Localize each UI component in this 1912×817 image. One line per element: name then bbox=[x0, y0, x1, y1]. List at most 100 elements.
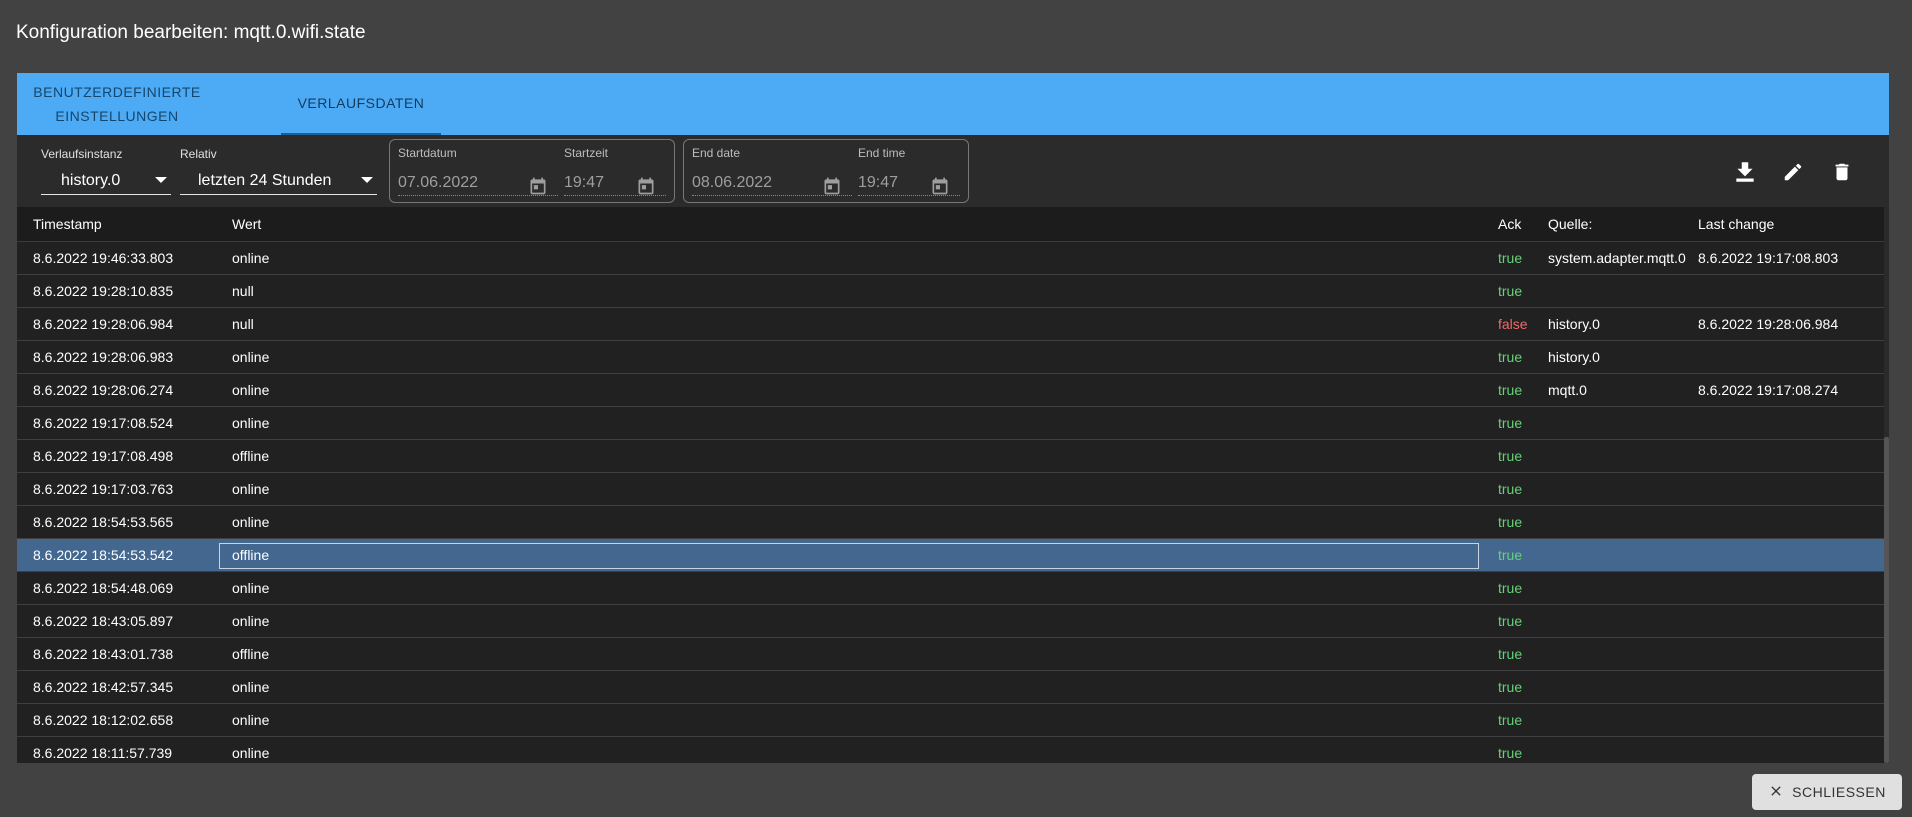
end-time-field[interactable]: End time 19:47 bbox=[858, 146, 960, 196]
header-source[interactable]: Quelle: bbox=[1548, 216, 1698, 232]
instance-select-value-box[interactable]: history.0 bbox=[41, 167, 171, 195]
cell-value[interactable]: online bbox=[216, 473, 1498, 505]
cell-timestamp: 8.6.2022 19:28:06.984 bbox=[17, 316, 216, 332]
cell-ack-text: true bbox=[1498, 415, 1523, 431]
cell-timestamp: 8.6.2022 18:42:57.345 bbox=[17, 679, 216, 695]
cell-value[interactable]: online bbox=[216, 242, 1498, 274]
table-row[interactable]: 8.6.2022 18:43:01.738 offline true bbox=[17, 638, 1889, 671]
table-row[interactable]: 8.6.2022 19:46:33.803 online true system.ad… bbox=[17, 242, 1889, 275]
cell-timestamp: 8.6.2022 19:17:08.524 bbox=[17, 415, 216, 431]
cell-ack-text: true bbox=[1498, 448, 1523, 464]
close-button[interactable]: SCHLIESSEN bbox=[1752, 774, 1902, 810]
cell-value-text: online bbox=[232, 382, 270, 398]
cell-value[interactable]: online bbox=[216, 341, 1498, 373]
end-date-field[interactable]: End date 08.06.2022 bbox=[692, 146, 852, 196]
cell-ack: true bbox=[1498, 712, 1548, 728]
close-button-label: SCHLIESSEN bbox=[1792, 784, 1886, 800]
table-row[interactable]: 8.6.2022 18:11:57.739 online true bbox=[17, 737, 1889, 763]
cell-timestamp-text: 8.6.2022 19:17:08.524 bbox=[33, 415, 174, 431]
start-time-input[interactable]: 19:47 bbox=[564, 170, 666, 196]
start-date-field[interactable]: Startdatum 07.06.2022 bbox=[398, 146, 558, 196]
cell-value[interactable]: offline bbox=[216, 638, 1498, 670]
cell-value[interactable]: online bbox=[216, 737, 1498, 763]
table-row[interactable]: 8.6.2022 18:54:53.565 online true bbox=[17, 506, 1889, 539]
start-date-input[interactable]: 07.06.2022 bbox=[398, 170, 558, 196]
cell-value[interactable]: online bbox=[216, 605, 1498, 637]
calendar-icon[interactable] bbox=[930, 176, 950, 201]
cell-ack: true bbox=[1498, 613, 1548, 629]
edit-icon[interactable] bbox=[1780, 159, 1806, 185]
table-row[interactable]: 8.6.2022 18:54:53.542 offline true bbox=[17, 539, 1889, 572]
start-time-label: Startzeit bbox=[564, 146, 609, 160]
header-ack[interactable]: Ack bbox=[1498, 216, 1548, 232]
dialog-title: Konfiguration bearbeiten: mqtt.0.wifi.st… bbox=[16, 22, 366, 43]
cell-timestamp: 8.6.2022 19:28:10.835 bbox=[17, 283, 216, 299]
cell-ack-text: true bbox=[1498, 679, 1523, 695]
instance-select[interactable]: Verlaufsinstanz history.0 bbox=[41, 147, 171, 195]
relative-select-value-box[interactable]: letzten 24 Stunden bbox=[180, 167, 377, 195]
cell-last-change-text: 8.6.2022 19:28:06.984 bbox=[1698, 316, 1839, 332]
cell-timestamp-text: 8.6.2022 18:54:53.565 bbox=[33, 514, 174, 530]
scrollbar-thumb[interactable] bbox=[1884, 437, 1889, 763]
cell-value[interactable]: online bbox=[216, 407, 1498, 439]
table-row[interactable]: 8.6.2022 19:28:06.274 online true mqtt.0 8.6… bbox=[17, 374, 1889, 407]
table-row[interactable]: 8.6.2022 19:17:03.763 online true bbox=[17, 473, 1889, 506]
table-row[interactable]: 8.6.2022 18:42:57.345 online true bbox=[17, 671, 1889, 704]
cell-value-text: online bbox=[232, 679, 270, 695]
cell-value[interactable]: online bbox=[216, 572, 1498, 604]
table-row[interactable]: 8.6.2022 19:28:10.835 null true bbox=[17, 275, 1889, 308]
start-time-value: 19:47 bbox=[564, 173, 605, 191]
cell-value[interactable]: null bbox=[216, 275, 1498, 307]
table-row[interactable]: 8.6.2022 19:17:08.524 online true bbox=[17, 407, 1889, 440]
cell-ack: true bbox=[1498, 547, 1548, 563]
cell-last-change: 8.6.2022 19:17:08.274 bbox=[1698, 382, 1888, 398]
end-time-input[interactable]: 19:47 bbox=[858, 170, 960, 196]
calendar-icon[interactable] bbox=[822, 176, 842, 201]
cell-value[interactable]: offline bbox=[216, 440, 1498, 472]
table-row[interactable]: 8.6.2022 18:43:05.897 online true bbox=[17, 605, 1889, 638]
cell-ack-text: true bbox=[1498, 745, 1523, 761]
cell-last-change: 8.6.2022 19:28:06.984 bbox=[1698, 316, 1888, 332]
table-row[interactable]: 8.6.2022 18:54:48.069 online true bbox=[17, 572, 1889, 605]
table-row[interactable]: 8.6.2022 18:12:02.658 online true bbox=[17, 704, 1889, 737]
relative-select[interactable]: Relativ letzten 24 Stunden bbox=[180, 147, 377, 195]
value-edit-field[interactable] bbox=[219, 543, 1479, 569]
table-row[interactable]: 8.6.2022 19:17:08.498 offline true bbox=[17, 440, 1889, 473]
tab-custom-settings[interactable]: BENUTZERDEFINIERTE EINSTELLUNGEN bbox=[17, 73, 217, 135]
cell-value[interactable]: online bbox=[216, 671, 1498, 703]
end-range-group: End date 08.06.2022 End time 19:47 bbox=[683, 139, 969, 203]
calendar-icon[interactable] bbox=[528, 176, 548, 201]
cell-ack-text: true bbox=[1498, 646, 1523, 662]
tab-custom-settings-label-1: BENUTZERDEFINIERTE bbox=[33, 84, 201, 100]
header-timestamp[interactable]: Timestamp bbox=[17, 216, 216, 232]
cell-value[interactable]: null bbox=[216, 308, 1498, 340]
cell-last-change-text: 8.6.2022 19:17:08.274 bbox=[1698, 382, 1839, 398]
cell-value[interactable]: online bbox=[216, 506, 1498, 538]
header-last-change[interactable]: Last change bbox=[1698, 216, 1888, 232]
calendar-icon[interactable] bbox=[636, 176, 656, 201]
table-scrollbar[interactable] bbox=[1884, 207, 1889, 763]
tab-history-data[interactable]: VERLAUFSDATEN bbox=[281, 73, 441, 135]
cell-timestamp: 8.6.2022 19:28:06.983 bbox=[17, 349, 216, 365]
cell-source: history.0 bbox=[1548, 316, 1698, 332]
cell-timestamp: 8.6.2022 18:54:53.565 bbox=[17, 514, 216, 530]
table-row[interactable]: 8.6.2022 19:28:06.984 null false history.0 8… bbox=[17, 308, 1889, 341]
start-time-field[interactable]: Startzeit 19:47 bbox=[564, 146, 666, 196]
cell-timestamp: 8.6.2022 19:46:33.803 bbox=[17, 250, 216, 266]
cell-ack-text: true bbox=[1498, 250, 1523, 266]
cell-value[interactable]: offline bbox=[216, 539, 1498, 571]
history-table: Timestamp Wert Ack Quelle: Last change 8… bbox=[17, 207, 1889, 763]
cell-ack: true bbox=[1498, 349, 1548, 365]
edit-config-dialog: Konfiguration bearbeiten: mqtt.0.wifi.st… bbox=[0, 0, 1912, 817]
cell-value-text: null bbox=[232, 316, 254, 332]
delete-icon[interactable] bbox=[1829, 159, 1855, 185]
instance-select-value: history.0 bbox=[61, 171, 121, 189]
cell-value[interactable]: online bbox=[216, 704, 1498, 736]
header-value[interactable]: Wert bbox=[216, 207, 1498, 241]
table-row[interactable]: 8.6.2022 19:28:06.983 online true history.0 bbox=[17, 341, 1889, 374]
cell-timestamp: 8.6.2022 18:11:57.739 bbox=[17, 745, 216, 761]
end-date-input[interactable]: 08.06.2022 bbox=[692, 170, 852, 196]
download-icon[interactable] bbox=[1732, 159, 1758, 185]
cell-value[interactable]: online bbox=[216, 374, 1498, 406]
cell-source: mqtt.0 bbox=[1548, 382, 1698, 398]
